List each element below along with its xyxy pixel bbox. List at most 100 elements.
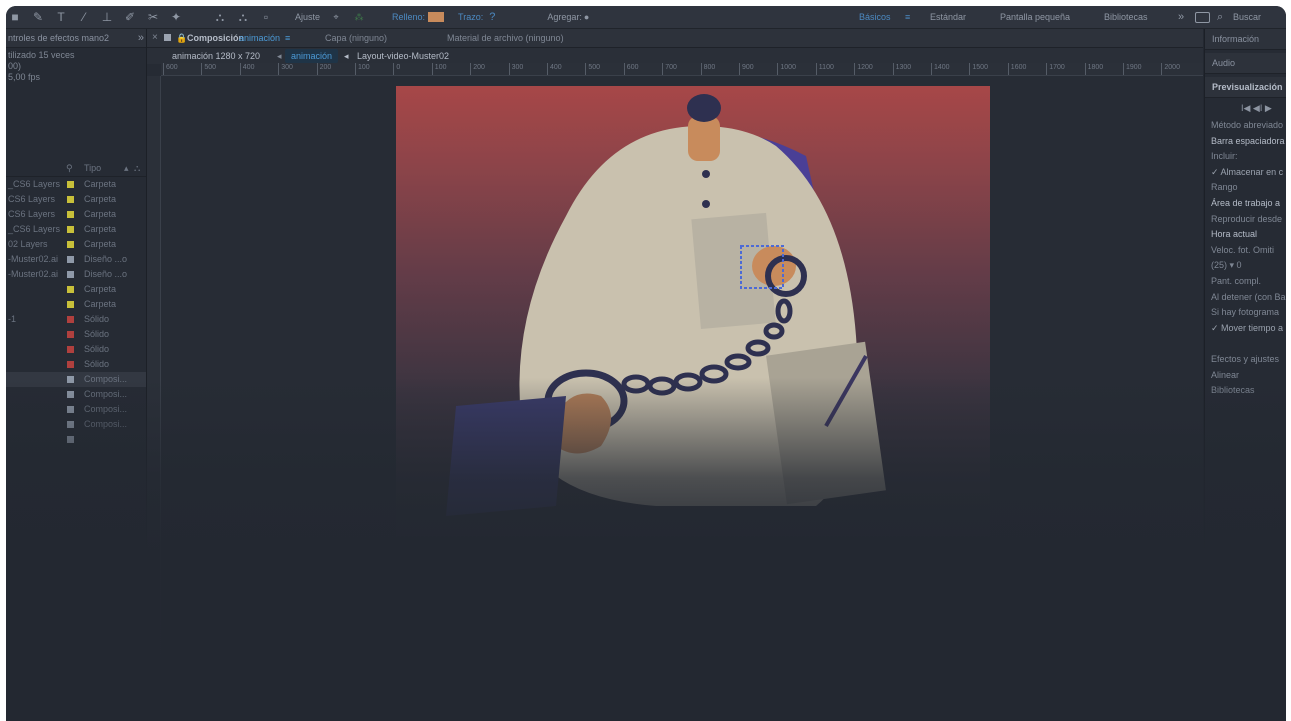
project-item[interactable]: 02 Layers Carpeta [6, 237, 146, 252]
axis-local-icon[interactable]: ⛬ [213, 10, 227, 25]
project-item-name: _CS6 Layers [8, 224, 61, 234]
ruler-tick: 400 [547, 63, 562, 75]
axis-world-icon[interactable]: ⛬ [236, 10, 250, 25]
preview-option[interactable]: (25) ▾ 0 [1205, 258, 1286, 274]
label-color-swatch[interactable] [67, 331, 74, 338]
fill-color-swatch[interactable] [428, 12, 445, 22]
tab-previsualizacion[interactable]: Previsualización [1205, 77, 1286, 98]
composition-tab-name[interactable]: animación [239, 29, 280, 47]
label-color-swatch[interactable] [67, 241, 74, 248]
snap-icon[interactable]: ⌖ [329, 12, 343, 23]
hierarchy-icon[interactable]: ⛬ [134, 161, 140, 176]
nav-left-arrow-icon[interactable]: ◂ [277, 48, 282, 64]
tab-footage[interactable]: Material de archivo (ninguno) [447, 29, 564, 47]
snap-label[interactable]: Ajuste [295, 12, 320, 22]
brush-tool-icon[interactable]: ⁄ [77, 10, 91, 24]
stroke-label[interactable]: Trazo: [458, 12, 483, 22]
sync-icon[interactable] [1195, 12, 1210, 23]
workspace-estandar[interactable]: Estándar [930, 12, 966, 22]
add-icon[interactable]: ● [584, 12, 589, 22]
project-item[interactable]: _CS6 Layers Carpeta [6, 222, 146, 237]
project-item[interactable]: Composi... [6, 387, 146, 402]
label-color-swatch[interactable] [67, 271, 74, 278]
label-color-swatch[interactable] [67, 226, 74, 233]
project-item[interactable]: Carpeta [6, 282, 146, 297]
label-color-swatch[interactable] [67, 421, 74, 428]
lock-icon[interactable]: 🔒 [176, 29, 187, 47]
sort-arrow-icon[interactable]: ▴ [124, 161, 129, 176]
composition-viewport[interactable] [161, 76, 1203, 721]
stroke-value[interactable]: ? [489, 11, 495, 23]
eraser-tool-icon[interactable]: ✐ [123, 10, 137, 24]
project-item[interactable]: _CS6 Layers Carpeta [6, 177, 146, 192]
label-color-swatch[interactable] [67, 346, 74, 353]
ruler-tick-label: 1300 [895, 64, 912, 71]
transport-controls[interactable]: I◀ ◀I ▶ [1205, 98, 1286, 118]
workspace-menu-icon[interactable]: ≡ [905, 12, 910, 22]
project-item[interactable]: Carpeta [6, 297, 146, 312]
workspace-basicos[interactable]: Básicos [859, 12, 891, 22]
search-icon[interactable]: ⌕ [1217, 11, 1223, 24]
search-field[interactable]: Buscar [1233, 12, 1261, 22]
label-color-swatch[interactable] [67, 361, 74, 368]
project-item[interactable]: Sólido [6, 357, 146, 372]
type-column-header[interactable]: Tipo [84, 161, 101, 176]
workspace-overflow-icon[interactable]: » [1178, 11, 1184, 23]
panel-overflow-icon[interactable]: » [138, 29, 144, 47]
project-item[interactable]: Composi... [6, 402, 146, 417]
label-color-swatch[interactable] [67, 211, 74, 218]
label-color-swatch[interactable] [67, 436, 74, 443]
project-item[interactable]: -Muster02.ai Diseño ...o [6, 252, 146, 267]
label-color-swatch[interactable] [67, 376, 74, 383]
label-color-swatch[interactable] [67, 391, 74, 398]
label-color-swatch[interactable] [67, 256, 74, 263]
artboard[interactable] [396, 86, 990, 536]
project-list-header: ⚲ Tipo ▴ ⛬ [6, 161, 146, 177]
label-color-swatch[interactable] [67, 196, 74, 203]
workspace-pantalla-pequena[interactable]: Pantalla pequeña [1000, 12, 1070, 22]
preview-option[interactable]: Área de trabajo a [1205, 196, 1286, 212]
project-item[interactable]: Composi... [6, 372, 146, 387]
roto-brush-tool-icon[interactable]: ✂ [146, 10, 160, 24]
snap-options-icon[interactable]: ⁂ [352, 12, 366, 23]
preview-option[interactable]: ✓ Almacenar en c [1205, 165, 1286, 181]
workspace-bibliotecas[interactable]: Bibliotecas [1104, 12, 1148, 22]
project-item[interactable]: Sólido [6, 342, 146, 357]
clone-stamp-tool-icon[interactable]: ⊥ [100, 10, 114, 24]
puppet-pin-tool-icon[interactable]: ✦ [169, 10, 183, 24]
composition-tab-label[interactable]: Composición [187, 29, 244, 47]
nav-arrow-icon[interactable]: ◂ [344, 48, 349, 64]
comp-tab-layout[interactable]: Layout-video-Muster02 [357, 48, 449, 64]
label-color-swatch[interactable] [67, 406, 74, 413]
tab-layer[interactable]: Capa (ninguno) [325, 29, 387, 47]
label-color-swatch[interactable] [67, 286, 74, 293]
tab-menu-icon[interactable]: ≡ [285, 29, 290, 47]
project-item[interactable]: -Muster02.ai Diseño ...o [6, 267, 146, 282]
label-color-swatch[interactable] [67, 316, 74, 323]
axis-view-icon[interactable]: ▫ [259, 10, 273, 24]
project-item[interactable]: -1 Sólido [6, 312, 146, 327]
pen-tool-icon[interactable]: ✎ [31, 10, 45, 24]
preview-option[interactable]: ✓ Mover tiempo a [1205, 321, 1286, 337]
tab-informacion[interactable]: Información [1205, 29, 1286, 50]
fill-label[interactable]: Relleno: [392, 12, 425, 22]
project-item[interactable] [6, 432, 146, 447]
composition-tab-icon[interactable] [164, 34, 171, 41]
project-item[interactable]: CS6 Layers Carpeta [6, 192, 146, 207]
close-icon[interactable]: × [152, 29, 158, 47]
text-tool-icon[interactable]: T [54, 10, 68, 24]
project-item[interactable]: CS6 Layers Carpeta [6, 207, 146, 222]
tab-audio[interactable]: Audio [1205, 53, 1286, 74]
comp-tab-animacion[interactable]: animación [285, 49, 339, 63]
preview-option[interactable]: Barra espaciadora [1205, 134, 1286, 150]
project-item[interactable]: Sólido [6, 327, 146, 342]
label-column-icon[interactable]: ⚲ [66, 161, 73, 176]
add-label[interactable]: Agregar: [547, 12, 582, 22]
rectangle-tool-icon[interactable]: ■ [8, 10, 22, 24]
project-item[interactable]: Composi... [6, 417, 146, 432]
label-color-swatch[interactable] [67, 301, 74, 308]
preview-option[interactable]: Hora actual [1205, 227, 1286, 243]
ruler-tick: 1900 [1123, 63, 1142, 75]
effects-controls-title[interactable]: ntroles de efectos mano2 [8, 33, 109, 43]
label-color-swatch[interactable] [67, 181, 74, 188]
